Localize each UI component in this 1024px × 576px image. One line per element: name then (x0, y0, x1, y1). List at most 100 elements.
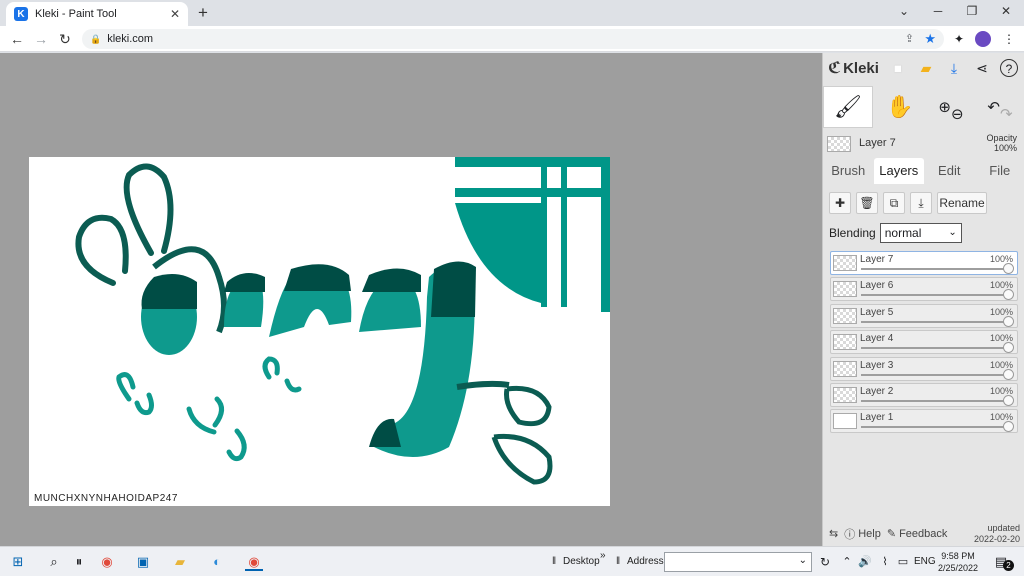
help-link[interactable]: ⓘ Help (844, 526, 881, 542)
browser-tab[interactable]: K Kleki - Paint Tool ✕ (6, 2, 188, 26)
zoom-buttons[interactable]: ⊕ ⊖ (927, 86, 975, 128)
minimize-icon[interactable]: ─ (930, 4, 946, 18)
taskbar-address-input[interactable]: ⌄ (664, 552, 812, 572)
layer-opacity-slider[interactable] (861, 320, 1005, 323)
merge-layer-down-icon[interactable]: ⤓ (910, 192, 932, 214)
layer-opacity-slider[interactable] (861, 268, 1005, 270)
feedback-pencil-icon: ✎ (886, 528, 897, 540)
windows-start-icon[interactable]: ⊞ (9, 553, 27, 571)
chevron-down-icon: ⌄ (948, 227, 957, 238)
layer-list: Layer 7 100% Layer 6 100% Layer 5 100% L… (830, 251, 1018, 436)
layer-opacity-slider-handle[interactable] (1003, 421, 1014, 433)
toolbar-expand-chevron-icon[interactable]: » (600, 550, 606, 561)
window-close-icon[interactable]: ✕ (998, 4, 1014, 18)
layer-row[interactable]: Layer 5 100% (830, 303, 1018, 328)
add-layer-plus-icon[interactable]: ✚ (829, 192, 851, 214)
brush-tool-button[interactable]: 🖌 (823, 86, 873, 128)
chrome-icon[interactable]: ◉ (98, 553, 116, 571)
chrome-active-icon[interactable]: ◉ (245, 553, 263, 571)
layer-thumbnail (833, 307, 857, 324)
artwork-drawing (75, 157, 610, 485)
layer-name: Layer 1 (860, 412, 894, 424)
drawing-canvas[interactable]: MUNCHXNYNHAHOIDAP247 (29, 157, 610, 506)
layer-opacity-slider-handle[interactable] (1003, 342, 1014, 354)
tab-brush[interactable]: Brush (823, 158, 874, 184)
download-icon[interactable]: ⤓ (945, 59, 963, 77)
taskbar-clock[interactable]: 9:58 PM 2/25/2022 (938, 550, 978, 574)
layer-opacity-slider-handle[interactable] (1003, 263, 1014, 274)
duplicate-layer-icon[interactable]: ⧉ (883, 192, 905, 214)
bookmark-star-icon[interactable]: ★ (924, 31, 936, 47)
layer-opacity-slider[interactable] (861, 399, 1005, 402)
wifi-icon[interactable]: ⌇ (876, 553, 894, 571)
layer-thumbnail (833, 281, 857, 298)
input-language[interactable]: ENG (914, 556, 936, 567)
reload-icon[interactable]: ↻ (56, 30, 74, 48)
layer-opacity-slider-handle[interactable] (1003, 394, 1014, 406)
edge-icon[interactable]: ◐ (208, 553, 226, 571)
store-icon[interactable]: ▣ (134, 553, 152, 571)
hand-icon: ✋ (886, 94, 914, 119)
layer-row[interactable]: Layer 7 100% (830, 251, 1018, 275)
canvas-signature-text: MUNCHXNYNHAHOIDAP247 (34, 493, 178, 504)
show-hidden-icons-chevron-up-icon[interactable]: ⌃ (838, 553, 856, 571)
new-image-icon[interactable]: ■ (889, 59, 907, 77)
layer-opacity-slider-handle[interactable] (1003, 368, 1014, 380)
clock-time: 9:58 PM (941, 551, 975, 561)
tab-edit[interactable]: Edit (924, 158, 975, 184)
layer-name: Layer 6 (860, 280, 894, 292)
tab-search-chevron-down-icon[interactable]: ⌄ (896, 4, 912, 18)
layer-name: Layer 7 (860, 254, 894, 265)
tab-file[interactable]: File (975, 158, 1024, 184)
open-folder-icon[interactable]: ▰ (917, 59, 935, 77)
kleki-logo: ℭ Kleki (828, 58, 879, 78)
tab-layers[interactable]: Layers (873, 158, 924, 184)
share-icon[interactable]: ⋖ (973, 59, 991, 77)
task-view-icon[interactable]: ⏸ (70, 553, 88, 571)
feedback-link[interactable]: ✎ Feedback (886, 527, 948, 541)
help-circle-icon: ⓘ (844, 528, 856, 541)
tab-close-icon[interactable]: ✕ (170, 7, 180, 21)
profile-avatar[interactable] (975, 31, 991, 47)
address-bar[interactable]: 🔒 kleki.com ⇪ ★ (82, 29, 944, 49)
layer-opacity-slider[interactable] (861, 294, 1005, 297)
layer-opacity-slider[interactable] (861, 373, 1005, 376)
layer-thumbnail (833, 360, 857, 377)
battery-icon[interactable]: ▭ (894, 553, 912, 571)
layer-opacity-slider-handle[interactable] (1003, 289, 1014, 301)
layer-row[interactable]: Layer 1 100% (830, 409, 1018, 434)
layer-row[interactable]: Layer 2 100% (830, 382, 1018, 407)
canvas-workspace[interactable]: MUNCHXNYNHAHOIDAP247 (0, 53, 822, 546)
blending-mode-select[interactable]: normal ⌄ (879, 223, 962, 243)
rename-layer-button[interactable]: Rename (937, 192, 987, 214)
share-icon[interactable]: ⇪ (905, 32, 914, 45)
zoom-in-icon[interactable]: ⊕ (938, 98, 951, 116)
help-question-icon[interactable]: ? (1000, 59, 1018, 77)
forward-arrow-icon[interactable]: → (32, 30, 50, 48)
layer-opacity-slider[interactable] (861, 347, 1005, 350)
undo-icon[interactable]: ↶ (987, 98, 1000, 116)
file-explorer-folder-icon[interactable]: ▰ (171, 553, 189, 571)
address-go-refresh-icon[interactable]: ↻ (816, 553, 834, 571)
back-arrow-icon[interactable]: ← (8, 30, 26, 48)
undo-redo-buttons[interactable]: ↶ ↷ (975, 86, 1024, 128)
restore-icon[interactable]: ❐ (964, 4, 980, 18)
layer-row[interactable]: Layer 3 100% (830, 356, 1018, 381)
blending-label: Blending (829, 226, 876, 240)
layer-row[interactable]: Layer 4 100% (830, 330, 1018, 355)
zoom-out-icon[interactable]: ⊖ (951, 105, 964, 123)
layer-opacity-slider[interactable] (861, 426, 1005, 429)
desktop-toolbar-label[interactable]: Desktop (563, 556, 600, 567)
search-icon[interactable]: ⌕ (45, 553, 63, 571)
delete-layer-trash-icon[interactable]: 🗑 (856, 192, 878, 214)
new-tab-plus-icon[interactable]: + (194, 4, 212, 22)
redo-icon[interactable]: ↷ (1000, 105, 1013, 123)
browser-menu-icon[interactable]: ⋮ (1001, 31, 1017, 47)
layer-opacity-slider-handle[interactable] (1003, 315, 1014, 327)
layer-row[interactable]: Layer 6 100% (830, 277, 1018, 302)
chevron-down-icon[interactable]: ⌄ (799, 555, 807, 566)
extensions-puzzle-icon[interactable]: ✦ (951, 31, 967, 47)
swap-panel-arrows-icon[interactable]: ⇆ (829, 527, 838, 540)
volume-icon[interactable]: 🔊 (856, 553, 874, 571)
hand-tool-button[interactable]: ✋ (875, 86, 925, 128)
